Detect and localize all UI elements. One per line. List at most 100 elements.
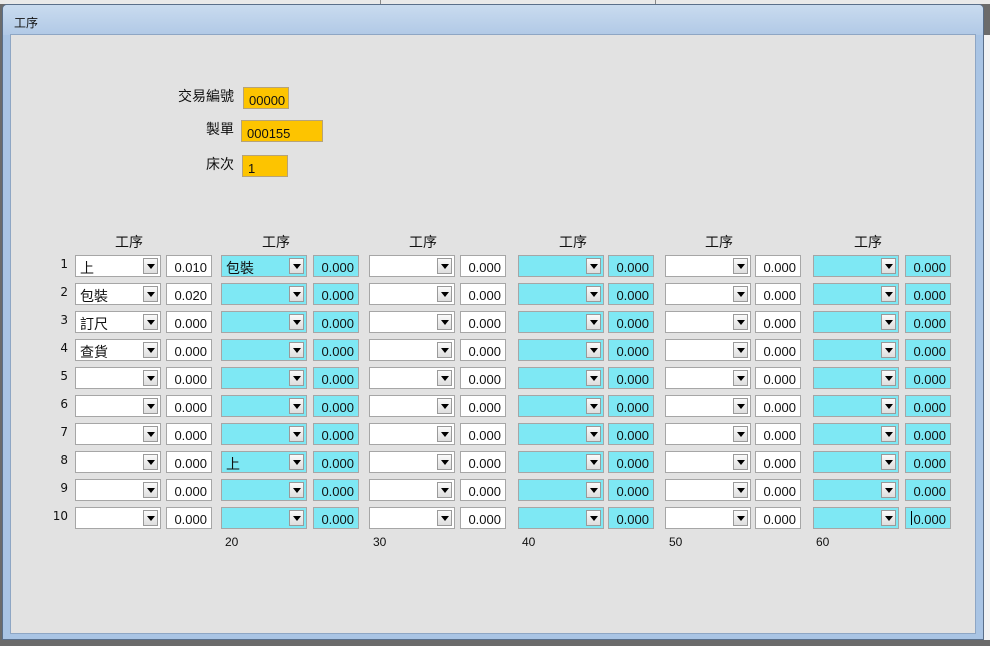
rate-field[interactable]: 0.000 <box>166 451 212 473</box>
rate-field[interactable]: 0.000 <box>905 423 951 445</box>
process-combo[interactable] <box>221 339 307 361</box>
process-combo[interactable] <box>518 395 604 417</box>
chevron-down-icon[interactable] <box>733 454 748 470</box>
chevron-down-icon[interactable] <box>289 314 304 330</box>
rate-field[interactable]: 0.000 <box>460 507 506 529</box>
process-combo[interactable] <box>75 451 161 473</box>
rate-field[interactable]: 0.000 <box>313 395 359 417</box>
chevron-down-icon[interactable] <box>289 258 304 274</box>
rate-field[interactable]: 0.000 <box>166 479 212 501</box>
process-combo[interactable] <box>665 451 751 473</box>
process-combo[interactable] <box>75 395 161 417</box>
process-combo[interactable] <box>369 479 455 501</box>
process-combo[interactable] <box>75 423 161 445</box>
rate-field[interactable]: 0.000 <box>755 283 801 305</box>
chevron-down-icon[interactable] <box>289 370 304 386</box>
chevron-down-icon[interactable] <box>437 314 452 330</box>
chevron-down-icon[interactable] <box>733 314 748 330</box>
rate-field[interactable]: 0.000 <box>166 507 212 529</box>
chevron-down-icon[interactable] <box>437 482 452 498</box>
rate-field[interactable]: 0.000 <box>166 395 212 417</box>
rate-field[interactable]: 0.000 <box>313 283 359 305</box>
chevron-down-icon[interactable] <box>733 342 748 358</box>
process-combo[interactable] <box>813 395 899 417</box>
process-combo[interactable] <box>221 507 307 529</box>
rate-field[interactable]: 0.000 <box>313 311 359 333</box>
process-combo[interactable] <box>221 479 307 501</box>
rate-field[interactable]: 0.000 <box>460 367 506 389</box>
rate-field[interactable]: 0.000 <box>755 395 801 417</box>
chevron-down-icon[interactable] <box>437 370 452 386</box>
rate-field[interactable]: 0.000 <box>313 339 359 361</box>
process-combo[interactable] <box>518 367 604 389</box>
chevron-down-icon[interactable] <box>881 370 896 386</box>
rate-field[interactable]: 0.000 <box>460 451 506 473</box>
chevron-down-icon[interactable] <box>289 482 304 498</box>
rate-field[interactable]: 0.000 <box>608 451 654 473</box>
chevron-down-icon[interactable] <box>437 258 452 274</box>
process-combo[interactable] <box>369 451 455 473</box>
chevron-down-icon[interactable] <box>586 482 601 498</box>
process-combo[interactable] <box>221 311 307 333</box>
process-combo[interactable] <box>665 255 751 277</box>
rate-field[interactable]: 0.000 <box>755 507 801 529</box>
process-combo[interactable] <box>518 311 604 333</box>
process-combo[interactable] <box>665 423 751 445</box>
rate-field[interactable]: 0.000 <box>608 283 654 305</box>
chevron-down-icon[interactable] <box>881 398 896 414</box>
process-combo[interactable] <box>369 255 455 277</box>
rate-field[interactable]: 0.000 <box>905 395 951 417</box>
process-combo[interactable] <box>665 507 751 529</box>
process-combo[interactable] <box>813 423 899 445</box>
chevron-down-icon[interactable] <box>143 314 158 330</box>
rate-field[interactable]: 0.000 <box>166 339 212 361</box>
rate-field[interactable]: 0.000 <box>755 423 801 445</box>
process-combo[interactable] <box>518 479 604 501</box>
rate-field[interactable]: 0.000 <box>166 367 212 389</box>
process-combo[interactable] <box>518 423 604 445</box>
chevron-down-icon[interactable] <box>586 258 601 274</box>
rate-field[interactable]: 0.000 <box>755 479 801 501</box>
process-combo[interactable] <box>369 339 455 361</box>
rate-field[interactable]: 0.000 <box>313 451 359 473</box>
process-combo[interactable] <box>813 255 899 277</box>
chevron-down-icon[interactable] <box>586 454 601 470</box>
chevron-down-icon[interactable] <box>733 286 748 302</box>
rate-field[interactable]: 0.000 <box>608 367 654 389</box>
chevron-down-icon[interactable] <box>289 454 304 470</box>
process-combo[interactable] <box>75 367 161 389</box>
process-combo[interactable] <box>369 395 455 417</box>
chevron-down-icon[interactable] <box>437 454 452 470</box>
process-combo[interactable] <box>813 507 899 529</box>
rate-field[interactable]: 0.000 <box>166 423 212 445</box>
rate-field[interactable]: 0.000 <box>755 311 801 333</box>
chevron-down-icon[interactable] <box>881 454 896 470</box>
rate-field[interactable]: 0.000 <box>313 255 359 277</box>
rate-field[interactable]: 0.000 <box>460 283 506 305</box>
process-combo[interactable] <box>665 339 751 361</box>
trade-no-field[interactable]: 00000 <box>243 87 289 109</box>
process-combo[interactable] <box>813 479 899 501</box>
chevron-down-icon[interactable] <box>437 426 452 442</box>
rate-field[interactable]: 0.000 <box>608 423 654 445</box>
rate-field[interactable]: 0.000 <box>608 311 654 333</box>
order-field[interactable]: 000155 <box>241 120 323 142</box>
process-combo[interactable] <box>518 255 604 277</box>
rate-field[interactable]: 0.000 <box>460 423 506 445</box>
chevron-down-icon[interactable] <box>586 286 601 302</box>
chevron-down-icon[interactable] <box>289 398 304 414</box>
process-combo[interactable] <box>221 423 307 445</box>
process-combo[interactable]: 上 <box>221 451 307 473</box>
process-combo[interactable] <box>665 479 751 501</box>
bed-field[interactable]: 1 <box>242 155 288 177</box>
chevron-down-icon[interactable] <box>586 314 601 330</box>
rate-field[interactable]: 0.000 <box>755 339 801 361</box>
process-combo[interactable]: 包裝 <box>75 283 161 305</box>
chevron-down-icon[interactable] <box>881 314 896 330</box>
rate-field[interactable]: 0.000 <box>166 311 212 333</box>
rate-field[interactable]: 0.000 <box>608 339 654 361</box>
chevron-down-icon[interactable] <box>733 398 748 414</box>
rate-field[interactable]: 0.000 <box>313 507 359 529</box>
process-combo[interactable] <box>813 283 899 305</box>
chevron-down-icon[interactable] <box>143 398 158 414</box>
